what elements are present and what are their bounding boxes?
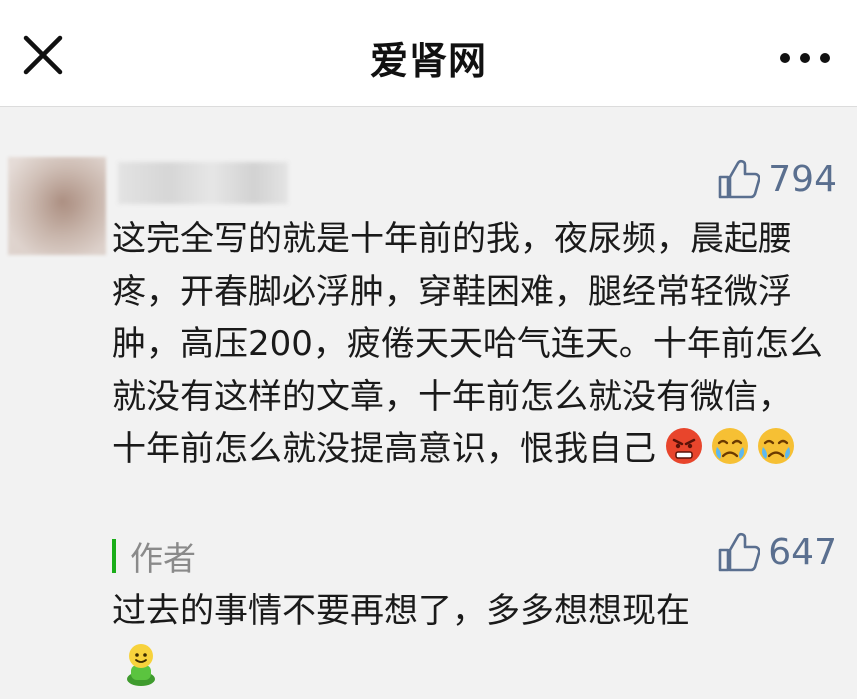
reply-text: 过去的事情不要再想了，多多想想现在 bbox=[112, 591, 690, 631]
top-bar: 爱肾网 bbox=[0, 0, 857, 107]
author-label: 作者 bbox=[130, 539, 196, 578]
comment-body: 这完全写的就是十年前的我，夜尿频，晨起腰疼，开春脚必浮肿，穿鞋困难，腿经常轻微浮… bbox=[112, 213, 824, 476]
crying-face-icon bbox=[712, 428, 748, 464]
like-count: 794 bbox=[768, 158, 837, 200]
author-accent-bar bbox=[112, 539, 116, 573]
nickname-blurred bbox=[118, 162, 288, 204]
green-doll-icon bbox=[127, 644, 155, 686]
thumbs-up-icon bbox=[718, 532, 761, 572]
avatar[interactable] bbox=[8, 157, 106, 255]
reply-like-button[interactable]: 647 bbox=[716, 530, 837, 574]
author-reply-header: 作者 bbox=[112, 532, 196, 580]
page-title: 爱肾网 bbox=[369, 39, 487, 83]
like-button[interactable]: 794 bbox=[716, 157, 837, 201]
thumbs-up-icon bbox=[718, 159, 761, 199]
more-icon[interactable] bbox=[775, 38, 835, 78]
comment-section: 794 这完全写的就是十年前的我，夜尿频，晨起腰疼，开春脚必浮肿，穿鞋困难，腿经… bbox=[0, 107, 857, 699]
angry-face-icon bbox=[666, 428, 702, 464]
crying-face-icon bbox=[758, 428, 794, 464]
reply-like-count: 647 bbox=[768, 531, 837, 573]
